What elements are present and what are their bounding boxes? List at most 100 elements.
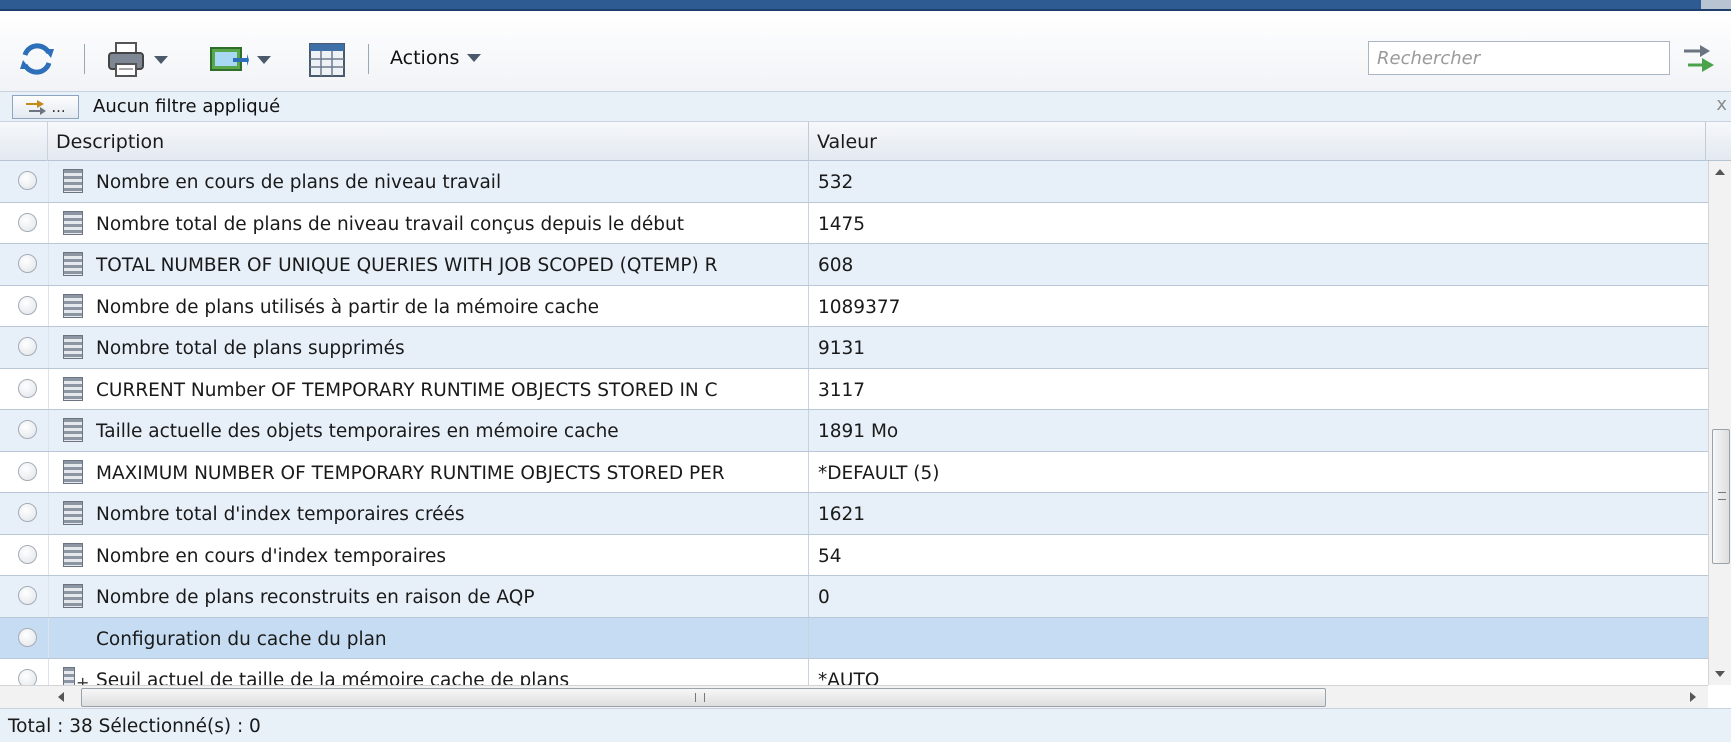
search-input[interactable] [1368, 41, 1670, 75]
table-row[interactable]: Nombre de plans reconstruits en raison d… [0, 576, 1708, 618]
refresh-button[interactable] [18, 41, 56, 77]
horizontal-scrollbar[interactable] [48, 685, 1708, 708]
refresh-icon [20, 43, 54, 75]
filter-button[interactable]: ... [12, 95, 79, 119]
table-columns-icon [309, 43, 345, 77]
table-row[interactable]: Taille actuelle des objets temporaires e… [0, 410, 1708, 452]
cell-divider [808, 617, 809, 658]
cell-divider [48, 576, 49, 617]
horizontal-scroll-thumb[interactable] [81, 688, 1326, 707]
toolbar: Actions [0, 11, 1731, 92]
cell-divider [808, 285, 809, 326]
row-description: Nombre total de plans supprimés [96, 338, 405, 359]
row-value: *AUTO [818, 670, 880, 685]
column-divider[interactable] [808, 122, 809, 161]
filter-arrows-icon [26, 100, 47, 115]
row-value: 3117 [818, 379, 866, 401]
cell-divider [808, 534, 809, 575]
table-row[interactable]: Nombre de plans utilisés à partir de la … [0, 285, 1708, 327]
row-radio[interactable] [18, 544, 37, 564]
search-go-button[interactable] [1682, 41, 1716, 75]
group-row[interactable]: Configuration du cache du plan [0, 617, 1708, 659]
grip-icon [1718, 492, 1726, 500]
vertical-scrollbar[interactable] [1708, 161, 1731, 685]
scroll-left-icon[interactable] [58, 692, 64, 702]
document-icon [63, 459, 83, 484]
group-row-description: Configuration du cache du plan [96, 628, 387, 650]
row-radio[interactable] [18, 295, 37, 315]
toolbar-separator [368, 44, 369, 74]
table-row[interactable]: CURRENT Number OF TEMPORARY RUNTIME OBJE… [0, 368, 1708, 410]
cell-divider [808, 327, 809, 368]
filter-button-label: ... [51, 98, 66, 116]
chevron-down-icon [154, 56, 168, 64]
scroll-corner [0, 685, 48, 708]
select-column-header [0, 122, 48, 161]
cell-divider [808, 659, 809, 685]
row-description: Nombre de plans utilisés à partir de la … [96, 296, 600, 318]
cell-divider [808, 368, 809, 409]
row-radio[interactable] [18, 337, 37, 356]
table-row[interactable]: TOTAL NUMBER OF UNIQUE QUERIES WITH JOB … [0, 244, 1708, 286]
table-row[interactable]: Nombre total d'index temporaires créés 1… [0, 493, 1708, 535]
row-radio[interactable] [18, 378, 37, 398]
actions-menu-button[interactable]: Actions [390, 47, 482, 69]
scroll-right-icon[interactable] [1690, 692, 1696, 702]
row-radio[interactable] [18, 254, 37, 273]
row-description: CURRENT Number OF TEMPORARY RUNTIME OBJE… [96, 379, 718, 401]
plus-icon: + [76, 673, 90, 685]
row-radio[interactable] [18, 420, 37, 439]
window-title-bar [0, 0, 1731, 11]
row-value: 1621 [818, 504, 866, 525]
table-row[interactable]: Nombre total de plans supprimés 9131 [0, 327, 1708, 369]
status-text: Total : 38 Sélectionné(s) : 0 [8, 716, 261, 737]
export-menu-button[interactable] [209, 44, 271, 76]
row-radio[interactable] [18, 212, 37, 232]
row-description: Seuil actuel de taille de la mémoire cac… [96, 670, 570, 685]
filter-bar: ... Aucun filtre appliqué x [0, 92, 1731, 122]
scroll-up-icon[interactable] [1715, 169, 1725, 175]
row-description: Nombre en cours d'index temporaires [96, 545, 447, 567]
row-radio[interactable] [18, 503, 37, 522]
print-menu-button[interactable] [106, 41, 168, 79]
table-row[interactable]: Nombre en cours d'index temporaires 54 [0, 534, 1708, 576]
cell-divider [48, 617, 49, 658]
table-row[interactable]: MAXIMUM NUMBER OF TEMPORARY RUNTIME OBJE… [0, 451, 1708, 493]
cell-divider [808, 493, 809, 534]
column-divider[interactable] [1705, 122, 1706, 161]
row-radio[interactable] [18, 669, 37, 685]
table-row[interactable]: Nombre total de plans de niveau travail … [0, 202, 1708, 244]
row-value: 9131 [818, 338, 866, 359]
row-radio[interactable] [18, 627, 37, 647]
cell-divider [48, 285, 49, 326]
row-value: 532 [818, 172, 854, 193]
printer-icon [108, 42, 144, 77]
table-row[interactable]: Nombre en cours de plans de niveau trava… [0, 161, 1708, 203]
row-radio[interactable] [18, 461, 37, 481]
title-bar-control[interactable] [1701, 0, 1731, 9]
export-icon [210, 47, 249, 71]
cell-divider [808, 451, 809, 492]
row-radio[interactable] [18, 171, 37, 190]
row-description: Nombre en cours de plans de niveau trava… [96, 172, 502, 193]
cell-divider [808, 202, 809, 243]
row-description: Nombre de plans reconstruits en raison d… [96, 587, 535, 608]
chevron-down-icon [257, 56, 271, 64]
column-header-value[interactable]: Valeur [817, 131, 877, 153]
row-value: 0 [818, 587, 830, 608]
column-header-description[interactable]: Description [56, 131, 164, 153]
row-radio[interactable] [18, 586, 37, 605]
cell-divider [48, 410, 49, 451]
table-row[interactable]: + Seuil actuel de taille de la mémoire c… [0, 659, 1708, 685]
row-description: TOTAL NUMBER OF UNIQUE QUERIES WITH JOB … [96, 255, 718, 276]
table-header: Description Valeur [0, 122, 1731, 161]
cell-divider [48, 451, 49, 492]
cell-divider [808, 161, 809, 202]
row-description: Nombre total de plans de niveau travail … [96, 213, 684, 235]
cell-divider [48, 244, 49, 285]
close-filter-icon[interactable]: x [1716, 94, 1727, 115]
vertical-scroll-thumb[interactable] [1712, 429, 1730, 564]
columns-button[interactable] [308, 41, 346, 79]
cell-divider [808, 244, 809, 285]
scroll-down-icon[interactable] [1715, 671, 1725, 677]
